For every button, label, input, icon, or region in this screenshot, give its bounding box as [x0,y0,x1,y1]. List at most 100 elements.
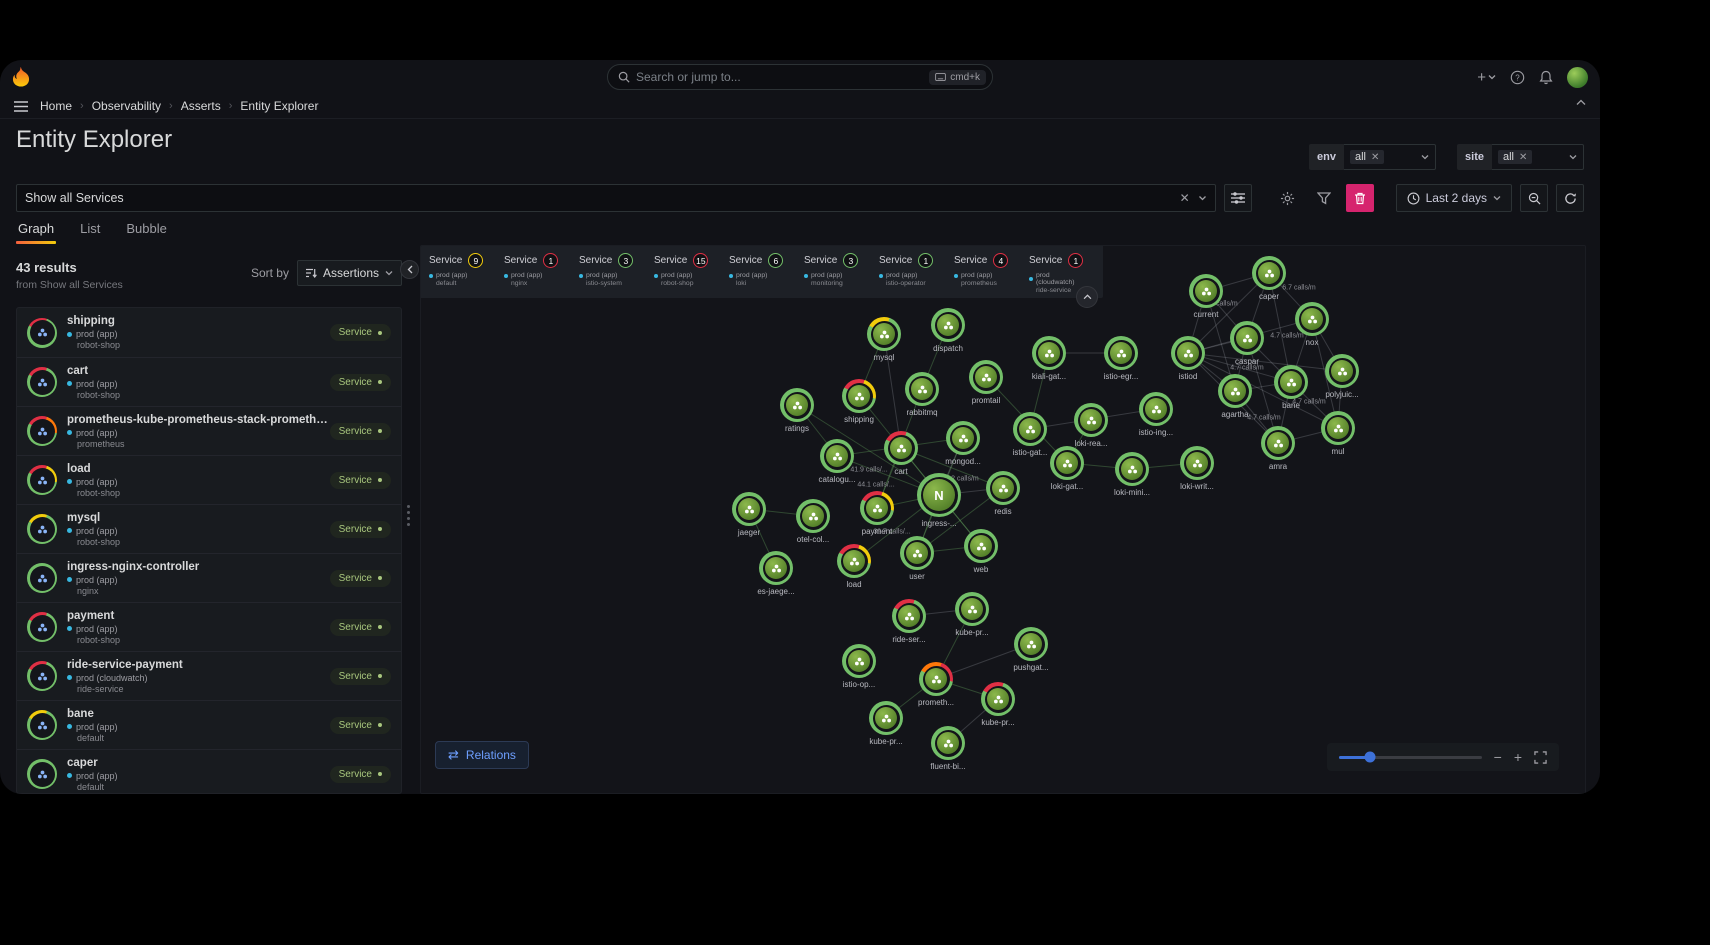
graph-node-shipping[interactable]: shipping [842,379,876,424]
graph-node-es-jaege[interactable]: es-jaege... [757,551,795,596]
sort-dropdown[interactable]: Assertions [296,260,402,286]
legend-item-istio-operator[interactable]: Service 1 prod (app) istio-operator [871,246,946,298]
graph-node-prometh[interactable]: prometh... [918,662,954,707]
zoom-slider-knob[interactable] [1364,751,1376,763]
legend-item-istio-system[interactable]: Service 3 prod (app) istio-system [571,246,646,298]
filter-funnel-button[interactable] [1310,184,1338,212]
graph-node-load[interactable]: load [837,544,871,589]
graph-node-istio-op[interactable]: istio-op... [842,644,876,689]
service-row-ingress-nginx-controller[interactable]: ingress-nginx-controller prod (app) nginx S… [17,553,401,602]
remove-chip-icon[interactable]: ✕ [1519,152,1527,163]
graph-node-nox[interactable]: nox [1295,302,1329,347]
graph-node-amra[interactable]: amra [1261,426,1295,471]
legend-item-default[interactable]: Service 9 prod (app) default [421,246,496,298]
graph-node-ingress-[interactable]: Ningress-... [917,473,961,528]
graph-node-polyjuic[interactable]: polyjuic... [1325,354,1359,399]
menu-hamburger-icon[interactable] [14,100,28,112]
chevron-up-icon[interactable] [1576,99,1586,106]
graph-node-bane[interactable]: bane [1274,365,1308,410]
help-icon[interactable]: ? [1510,70,1525,85]
graph-node-istiod[interactable]: istiod [1171,336,1205,381]
graph-node-dispatch[interactable]: dispatch [931,308,965,353]
legend-item-nginx[interactable]: Service 1 prod (app) nginx [496,246,571,298]
graph-node-istio-ing[interactable]: istio-ing... [1139,392,1173,437]
graph-node-loki-rea[interactable]: loki-rea... [1074,403,1108,448]
graph-node-redis[interactable]: redis [986,471,1020,516]
fullscreen-icon[interactable] [1534,750,1547,764]
graph-node-rabbitmq[interactable]: rabbitmq [905,372,939,417]
graph-node-istio-gat[interactable]: istio-gat... [1013,412,1047,457]
breadcrumb-item-asserts[interactable]: Asserts [181,99,221,113]
settings-gear-button[interactable] [1274,184,1302,212]
graph-node-loki-writ[interactable]: loki-writ... [1180,446,1214,491]
relations-button[interactable]: ⇄ Relations [435,741,529,769]
graph-node-mul[interactable]: mul [1321,411,1355,456]
legend-item-loki[interactable]: Service 6 prod (app) loki [721,246,796,298]
graph-node-fluent-bi[interactable]: fluent-bi... [930,726,966,771]
time-range-picker[interactable]: Last 2 days [1395,184,1512,212]
graph-node-kiali-gat[interactable]: kiali-gat... [1032,336,1066,381]
user-avatar[interactable] [1567,66,1588,88]
service-row-caper[interactable]: caper prod (app) default Service [17,749,401,793]
service-search-select[interactable]: ✕ [16,184,1216,212]
graph-node-agartha[interactable]: agartha [1218,374,1252,419]
service-row-mysql[interactable]: mysql prod (app) robot-shop Service [17,504,401,553]
legend-item-robot-shop[interactable]: Service 15 prod (app) robot-shop [646,246,721,298]
zoom-out-minus-button[interactable]: − [1494,750,1502,764]
graph-node-current[interactable]: current [1189,274,1223,319]
graph-node-istio-egr[interactable]: istio-egr... [1104,336,1138,381]
zoom-in-plus-button[interactable]: + [1514,750,1522,764]
graph-node-ratings[interactable]: ratings [780,388,814,433]
service-row-payment[interactable]: payment prod (app) robot-shop Service [17,602,401,651]
env-filter-select[interactable]: all ✕ [1344,144,1436,170]
clear-icon[interactable]: ✕ [1180,191,1190,205]
tab-graph[interactable]: Graph [16,216,57,244]
site-filter-select[interactable]: all ✕ [1492,144,1584,170]
tab-bubble[interactable]: Bubble [124,216,168,244]
graph-node-ride-ser[interactable]: ride-ser... [892,599,926,644]
panel-resize-handle[interactable] [407,505,410,526]
breadcrumb-item-entity-explorer[interactable]: Entity Explorer [240,99,318,113]
graph-node-caper[interactable]: caper [1252,256,1286,301]
service-search-input[interactable] [25,191,1172,205]
service-row-ride-service-payment[interactable]: ride-service-payment prod (cloudwatch) rid… [17,651,401,700]
service-row-cart[interactable]: cart prod (app) robot-shop Service [17,357,401,406]
zoom-slider[interactable] [1339,751,1482,763]
breadcrumb-item-home[interactable]: Home [40,99,72,113]
graph-node-loki-mini[interactable]: loki-mini... [1114,452,1150,497]
zoom-out-button[interactable] [1520,184,1548,212]
graph-node-caspar[interactable]: caspar [1230,321,1264,366]
service-row-bane[interactable]: bane prod (app) default Service [17,700,401,749]
collapse-panel-button[interactable] [400,260,419,279]
tab-list[interactable]: List [78,216,102,244]
service-row-shipping[interactable]: shipping prod (app) robot-shop Service [17,308,401,357]
grafana-logo-icon[interactable] [10,66,32,88]
graph-node-catalogu[interactable]: catalogu... [819,439,855,484]
graph-node-kube-pr[interactable]: kube-pr... [869,701,903,746]
legend-collapse-button[interactable] [1076,286,1098,308]
graph-node-kube-pr[interactable]: kube-pr... [981,682,1015,727]
delete-trash-button[interactable] [1345,184,1374,212]
remove-chip-icon[interactable]: ✕ [1371,152,1379,163]
graph-node-jaeger[interactable]: jaeger [732,492,766,537]
filter-sliders-button[interactable] [1223,184,1252,212]
graph-node-promtail[interactable]: promtail [969,360,1003,405]
graph-node-cart[interactable]: cart [884,431,918,476]
graph-node-web[interactable]: web [964,529,998,574]
search-input[interactable] [636,70,924,84]
graph-node-otel-col[interactable]: otel-col... [796,499,830,544]
graph-node-mysql[interactable]: mysql [867,317,901,362]
graph-node-loki-gat[interactable]: loki-gat... [1050,446,1084,491]
refresh-button[interactable] [1556,184,1584,212]
add-button[interactable]: + [1477,69,1496,86]
legend-item-prometheus[interactable]: Service 4 prod (app) prometheus [946,246,1021,298]
graph-node-user[interactable]: user [900,536,934,581]
graph-node-payment[interactable]: payment [860,491,894,536]
breadcrumb-item-observability[interactable]: Observability [92,99,161,113]
notifications-bell-icon[interactable] [1539,70,1553,85]
service-row-prometheus-kube-prometheus-stack-prometheus[interactable]: prometheus-kube-prometheus-stack-prometh… [17,406,401,455]
graph-node-pushgat[interactable]: pushgat... [1013,627,1049,672]
global-search[interactable]: cmd+k [607,64,993,90]
graph-node-kube-pr[interactable]: kube-pr... [955,592,989,637]
legend-item-monitoring[interactable]: Service 3 prod (app) monitoring [796,246,871,298]
